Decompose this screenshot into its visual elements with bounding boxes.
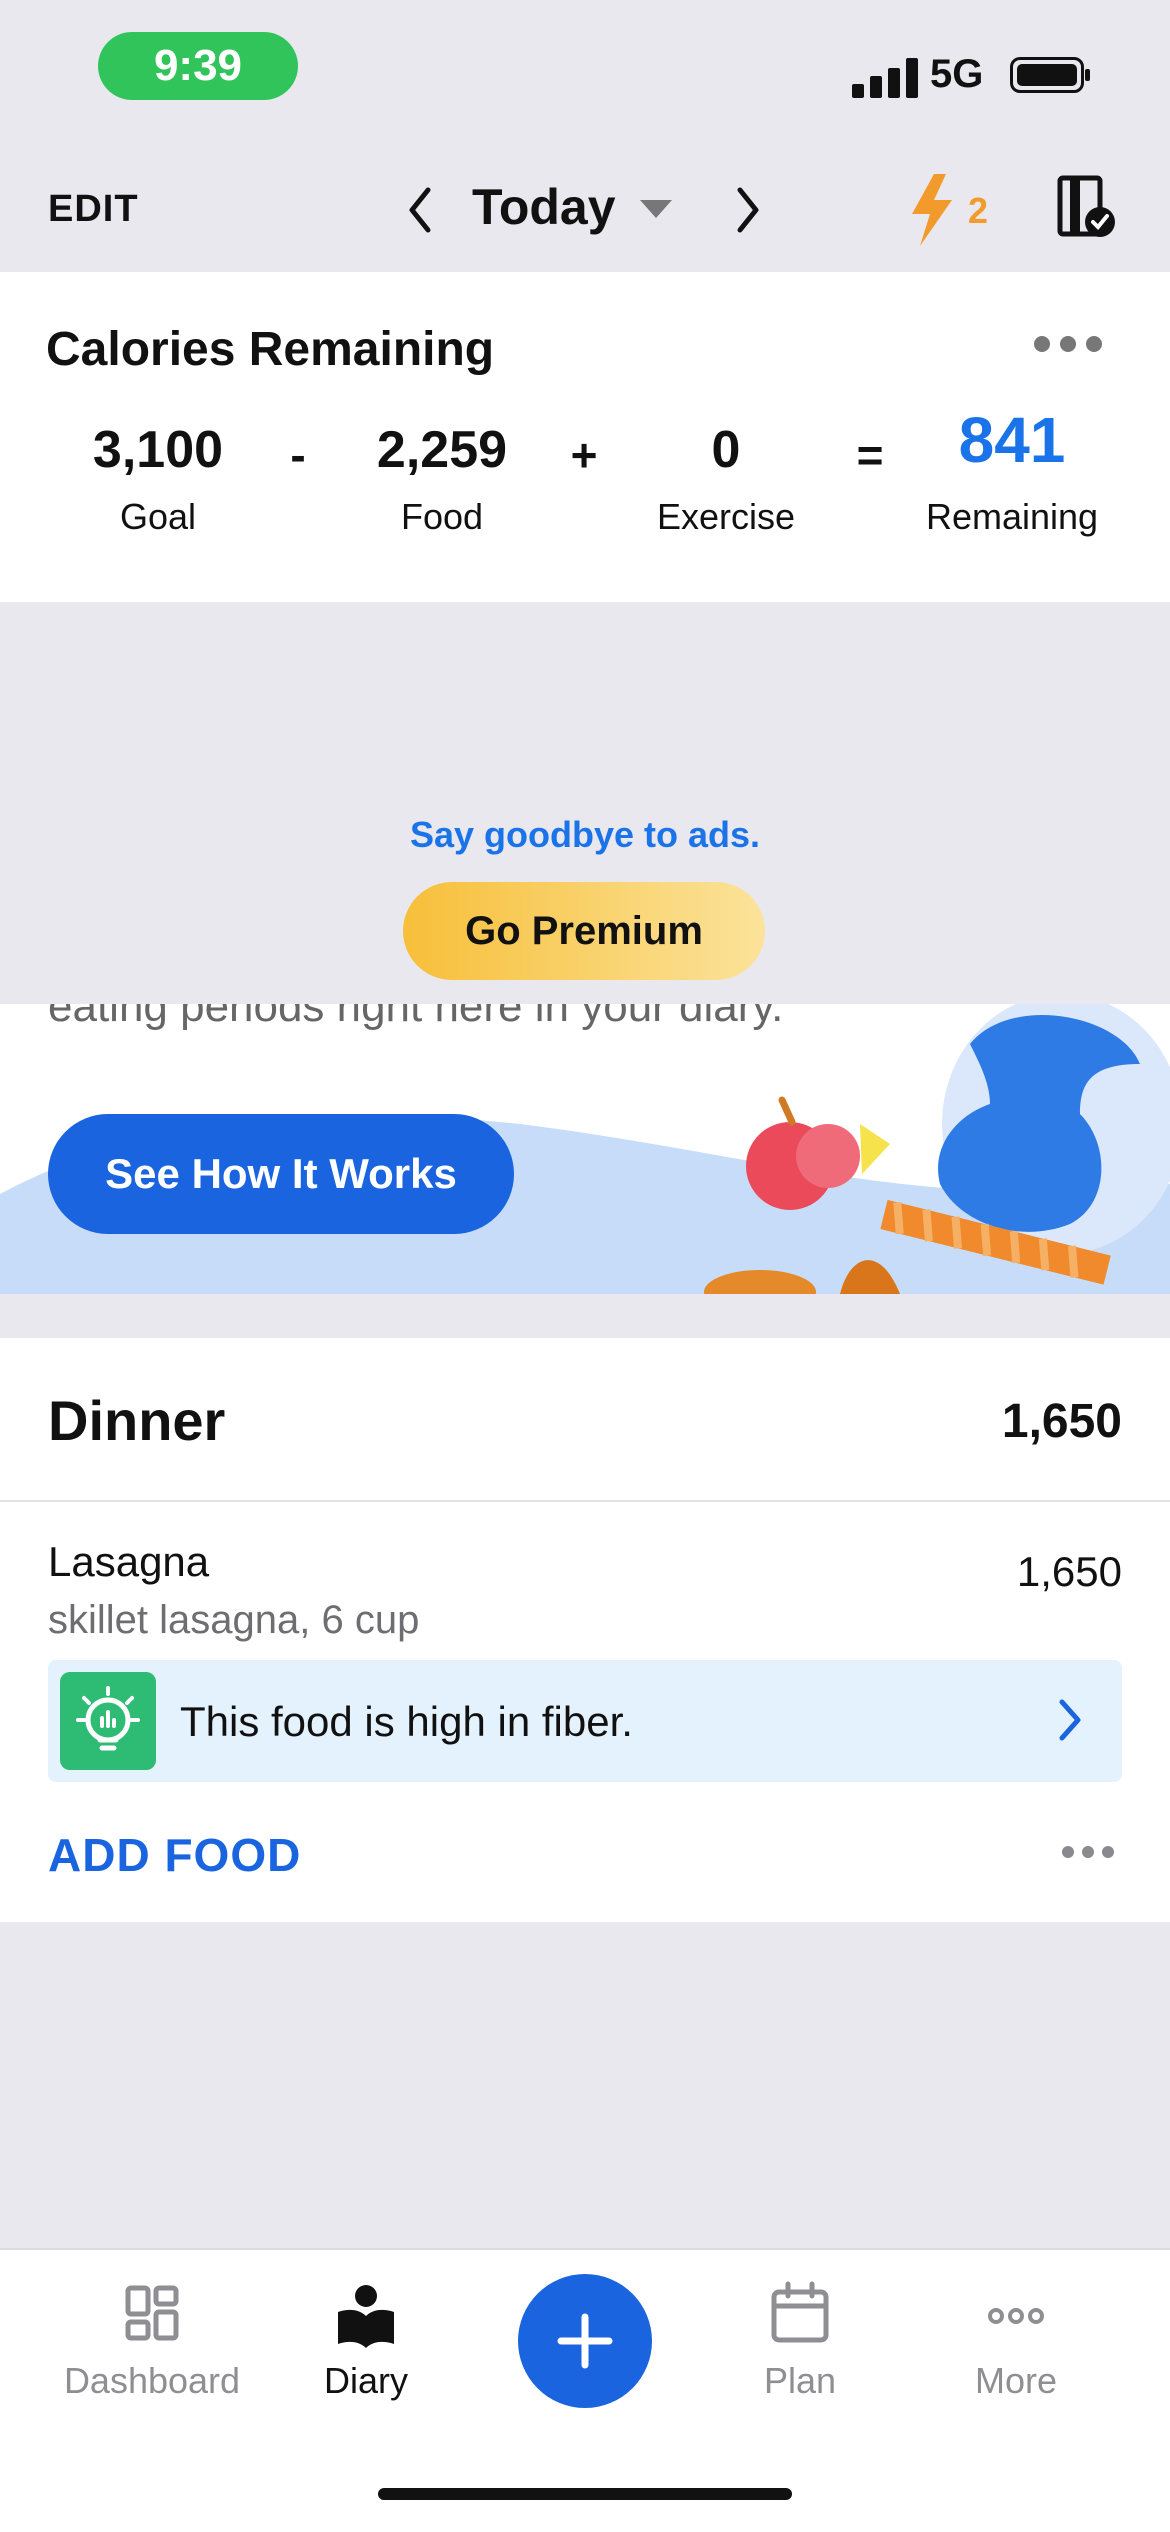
caret-down-icon[interactable] (640, 200, 672, 218)
tab-label: Dashboard (63, 2360, 241, 2401)
status-bar: 9:39 5G (0, 0, 1170, 140)
tab-label: More (974, 2360, 1058, 2401)
tab-bar: Dashboard Diary Plan More (0, 2248, 1170, 2532)
tab-plan[interactable]: Plan (690, 2280, 910, 2402)
exercise-stat[interactable]: 0 Exercise (616, 420, 836, 538)
remaining-label: Remaining (925, 496, 1099, 537)
complete-diary-icon[interactable] (1056, 172, 1116, 242)
battery-icon (1010, 57, 1090, 93)
food-value: 2,259 (376, 421, 508, 479)
tab-label: Plan (763, 2360, 837, 2401)
food-stat[interactable]: 2,259 Food (332, 420, 552, 538)
tip-text: This food is high in fiber. (180, 1698, 633, 1745)
edit-button[interactable]: EDIT (48, 188, 139, 231)
dashboard-icon (125, 2285, 179, 2341)
goal-label: Goal (119, 496, 197, 537)
remaining-stat[interactable]: 841 Remaining (902, 408, 1122, 538)
card-more-icon[interactable] (1034, 336, 1102, 352)
previous-day-button[interactable] (400, 182, 440, 238)
more-icon (988, 2308, 1044, 2324)
tab-diary[interactable]: Diary (256, 2280, 476, 2402)
tab-more[interactable]: More (906, 2280, 1126, 2402)
meal-more-icon[interactable] (1062, 1846, 1114, 1858)
chevron-left-icon (409, 187, 431, 233)
equals-operator: = (856, 429, 884, 481)
calendar-icon (771, 2281, 829, 2343)
ad-text: Say goodbye to ads. (409, 814, 761, 855)
food-calories: 1,650 (1016, 1548, 1122, 1595)
chevron-right-icon (737, 187, 759, 233)
diary-icon (338, 2285, 394, 2348)
food-name[interactable]: Lasagna (48, 1538, 209, 1586)
ad-banner: Say goodbye to ads. Go Premium (0, 602, 1170, 1004)
home-indicator (378, 2488, 792, 2500)
meal-title: Dinner (48, 1389, 226, 1452)
food-insight-tip[interactable]: This food is high in fiber. (48, 1660, 1122, 1782)
food-description[interactable]: skillet lasagna, 6 cup (48, 1598, 419, 1643)
date-selector[interactable]: Today (472, 178, 616, 236)
minus-operator: - (290, 429, 306, 481)
food-entry-section: Lasagna skillet lasagna, 6 cup 1,650 Thi… (0, 1502, 1170, 1922)
chevron-right-icon (1059, 1699, 1081, 1741)
remaining-value: 841 (958, 404, 1066, 476)
promo-text: eating periods right here in your diary. (48, 1004, 784, 1031)
plus-icon (557, 2313, 613, 2369)
lightbulb-icon (60, 1672, 156, 1770)
tab-label: Diary (323, 2360, 408, 2401)
streak-bolt-icon[interactable] (898, 170, 1008, 250)
dinner-header[interactable]: Dinner 1,650 (0, 1338, 1170, 1500)
calories-title: Calories Remaining (46, 323, 495, 376)
tab-dashboard[interactable]: Dashboard (42, 2280, 262, 2402)
diary-header: EDIT Today 2 (0, 140, 1170, 272)
calories-remaining-card: Calories Remaining 3,100 Goal - 2,259 Fo… (0, 272, 1170, 602)
quick-add-button[interactable] (518, 2274, 652, 2408)
see-how-it-works-button[interactable]: See How It Works (48, 1114, 514, 1234)
fasting-promo-banner: eating periods right here in your diary.… (0, 1004, 1170, 1294)
exercise-value: 0 (711, 421, 741, 479)
next-day-button[interactable] (728, 182, 768, 238)
network-label: 5G (930, 52, 984, 96)
add-food-button[interactable]: ADD FOOD (48, 1828, 301, 1882)
streak-count: 2 (968, 190, 989, 231)
goal-stat[interactable]: 3,100 Goal (48, 420, 268, 538)
go-premium-button[interactable]: Go Premium (403, 882, 765, 980)
goal-value: 3,100 (92, 421, 224, 479)
exercise-label: Exercise (656, 496, 796, 537)
status-time: 9:39 (98, 32, 298, 100)
plus-operator: + (570, 429, 598, 481)
meal-total: 1,650 (1001, 1395, 1122, 1448)
food-label: Food (400, 496, 484, 537)
signal-icon (852, 58, 918, 98)
